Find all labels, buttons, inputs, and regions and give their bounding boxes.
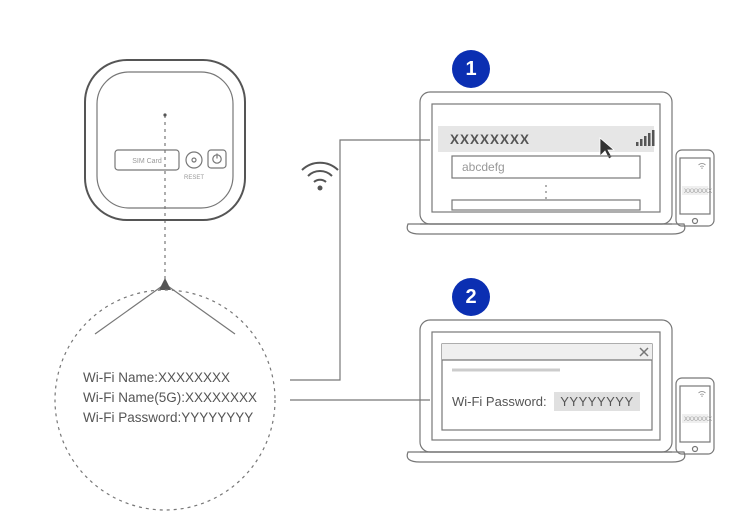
wifi-icon	[302, 163, 338, 191]
step2-phone: XXXXXXX	[676, 378, 714, 454]
password-prompt: Wi-Fi Password: YYYYYYYY	[452, 392, 640, 411]
step2-phone-text: XXXXXXX	[684, 417, 712, 423]
password-prompt-label: Wi-Fi Password:	[452, 394, 547, 409]
label-line2-val: XXXXXXXX	[185, 390, 257, 405]
label-line3-key: Wi-Fi Password:	[83, 410, 181, 425]
password-prompt-value: YYYYYYYY	[554, 392, 639, 411]
step2-laptop	[407, 320, 685, 462]
router-device: SIM Card RESET	[85, 60, 245, 220]
phone2-wifi-icon	[699, 392, 706, 397]
step1-badge: 1	[452, 50, 490, 88]
step1-laptop: XXXXXXXX abcdefg	[407, 92, 685, 234]
connector-to-step1	[290, 140, 430, 380]
label-line1-val: XXXXXXXX	[158, 370, 230, 385]
reset-button: RESET	[184, 152, 204, 181]
ssid-selected-text: XXXXXXXX	[450, 132, 530, 147]
label-line2: Wi-Fi Name(5G):XXXXXXXX	[83, 390, 257, 405]
label-line3: Wi-Fi Password:YYYYYYYY	[83, 410, 253, 425]
ssid-other-text: abcdefg	[462, 160, 505, 174]
diagram-stage: 1 2 SIM Card RESET	[0, 0, 746, 532]
label-line3-val: YYYYYYYY	[181, 410, 253, 425]
reset-label: RESET	[184, 175, 204, 181]
callout-arrowhead	[159, 278, 171, 290]
step2-badge: 2	[452, 278, 490, 316]
step1-phone-text: XXXXXXX	[684, 189, 712, 195]
sim-label: SIM Card	[132, 158, 162, 165]
label-line2-key: Wi-Fi Name(5G):	[83, 390, 185, 405]
phone1-wifi-icon	[699, 164, 706, 169]
callout-v-right	[165, 284, 235, 334]
label-line1-key: Wi-Fi Name:	[83, 370, 158, 385]
label-line1: Wi-Fi Name:XXXXXXXX	[83, 370, 230, 385]
step1-phone: XXXXXXX	[676, 150, 714, 226]
sim-slot: SIM Card	[115, 150, 179, 170]
callout-v-left	[95, 284, 165, 334]
power-button	[208, 150, 226, 168]
